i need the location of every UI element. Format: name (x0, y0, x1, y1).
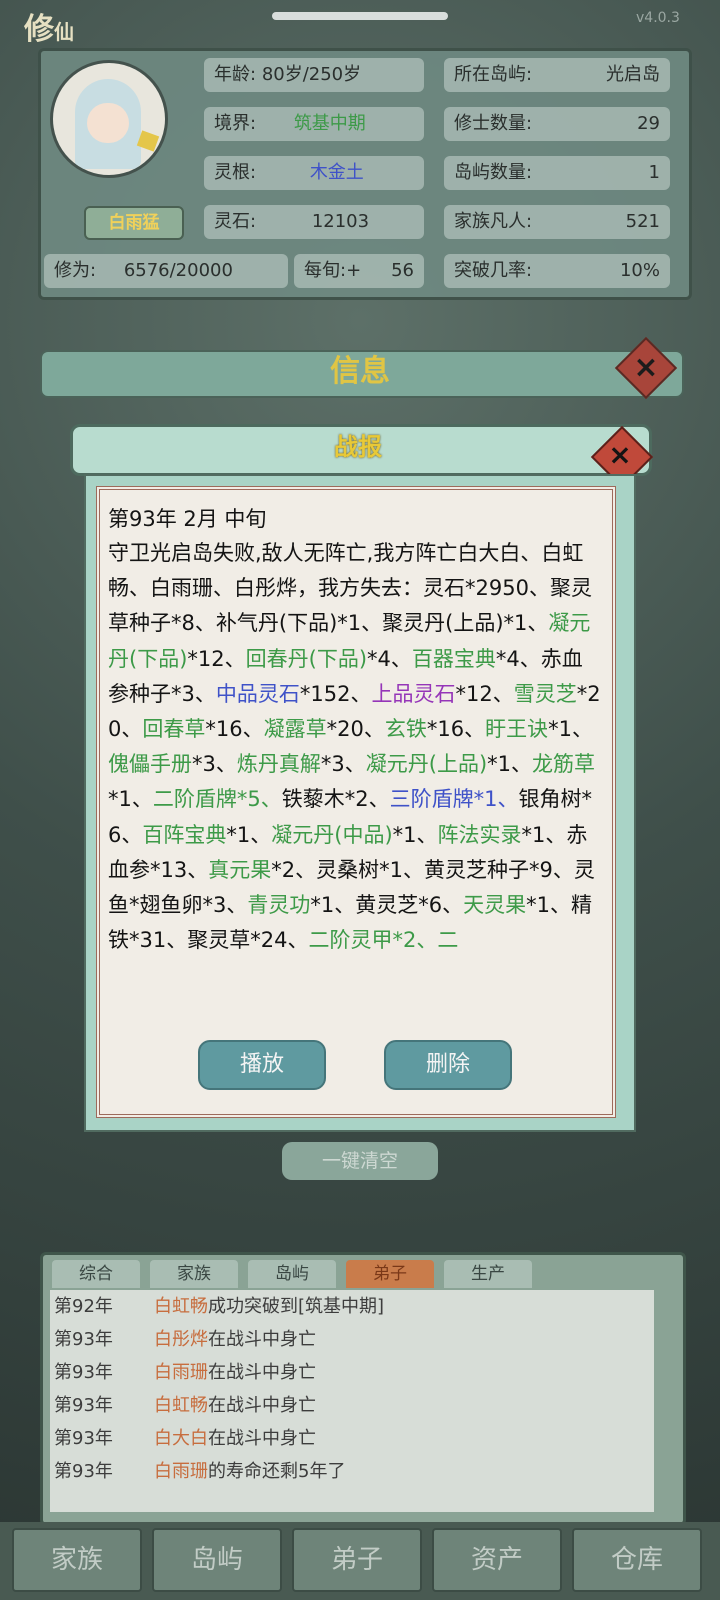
stat-spirit-root: 灵根: 木金土 (204, 156, 424, 190)
report-item: 二阶盾牌*5、 (152, 787, 282, 812)
stat-spirit-stone: 灵石: 12103 (204, 205, 424, 239)
stat-realm: 境界: 筑基中期 (204, 107, 424, 141)
report-item: 回春丹(下品) (245, 646, 368, 671)
report-item: 傀儡手册 (108, 752, 192, 777)
list-item: 第93年 白雨珊在战斗中身亡 (54, 1362, 316, 1383)
nav-island-button[interactable]: 岛屿 (152, 1528, 282, 1592)
list-item: 第92年 白虹畅成功突破到[筑基中期] (54, 1296, 385, 1317)
report-item: 聚灵草*24、 (187, 928, 309, 953)
report-item: *1、 (521, 822, 567, 847)
nav-family-button[interactable]: 家族 (12, 1528, 142, 1592)
report-item: *16、 (426, 717, 486, 742)
report-item: 聚灵丹(上品)*1、 (382, 611, 549, 636)
log-tab-disciple[interactable]: 弟子 (346, 1260, 434, 1288)
report-item: 阵法实录 (437, 822, 522, 847)
report-item: 盱王诀 (485, 717, 549, 742)
report-body: 守卫光启岛失败,敌人无阵亡,我方阵亡白大白、白虹畅、白雨珊、白彤烨，我方失去：灵… (108, 536, 602, 958)
report-item: 上品灵石 (371, 681, 456, 706)
report-item: *3、 (320, 752, 366, 777)
report-item: 二阶灵甲*2、二 (308, 928, 459, 953)
report-item: 雪灵芝 (513, 681, 577, 706)
report-item: *4、 (495, 646, 541, 671)
stat-cultivator-count: 修士数量: 29 (444, 107, 670, 141)
report-item: 凝元丹(中品) (271, 822, 393, 847)
log-list[interactable]: 第92年 白虹畅成功突破到[筑基中期] 第93年 白彤烨在战斗中身亡 第93年 白雨珊… (50, 1290, 654, 1512)
report-item: 黄灵芝*6、 (355, 893, 464, 918)
play-button[interactable]: 播放 (198, 1040, 326, 1090)
close-icon: × (633, 350, 659, 385)
report-item: 铁藜木*2、 (281, 787, 390, 812)
report-item: 三阶盾牌*1、 (389, 787, 519, 812)
report-item: 龙筋草 (532, 752, 596, 777)
clear-all-button[interactable]: 一键清空 (282, 1142, 438, 1180)
report-date: 第93年 2月 中旬 (108, 507, 267, 531)
version-label: v4.0.3 (636, 10, 680, 26)
report-item: 真元果 (208, 857, 272, 882)
log-tab-family[interactable]: 家族 (150, 1260, 238, 1288)
log-tab-island[interactable]: 岛屿 (248, 1260, 336, 1288)
character-name[interactable]: 白雨猛 (84, 206, 184, 240)
close-icon: × (608, 438, 632, 471)
list-item: 第93年 白雨珊的寿命还剩5年了 (54, 1461, 346, 1482)
report-item: *12、 (187, 646, 246, 671)
report-item: *1、 (392, 822, 438, 847)
report-item: *152、 (299, 681, 372, 706)
report-item: 百阵宝典 (142, 822, 227, 847)
list-item: 第93年 白虹畅在战斗中身亡 (54, 1395, 316, 1416)
report-item: 凝露草 (263, 717, 327, 742)
stat-age: 年龄: 80岁/250岁 (204, 58, 424, 92)
report-item: 凝元丹(上品) (365, 752, 488, 777)
info-panel-title: 信息 (330, 354, 390, 389)
system-home-indicator (272, 12, 448, 20)
nav-assets-button[interactable]: 资产 (432, 1528, 562, 1592)
nav-warehouse-button[interactable]: 仓库 (572, 1528, 702, 1592)
report-item: *16、 (205, 717, 264, 742)
report-item: *2、 (271, 857, 317, 882)
report-scroll-area[interactable]: 第93年 2月 中旬 守卫光启岛失败,敌人无阵亡,我方阵亡白大白、白虹畅、白雨珊… (108, 502, 602, 1022)
report-item: 百器宝典 (411, 646, 496, 671)
report-item: 黄灵芝种子*9、 (423, 857, 574, 882)
stat-island: 所在岛屿: 光启岛 (444, 58, 670, 92)
stat-family-mortals: 家族凡人: 521 (444, 205, 670, 239)
report-item: *1、 (226, 822, 272, 847)
report-item: 补气丹(下品)*1、 (215, 611, 383, 636)
report-dialog-title: 战报 (334, 433, 382, 461)
game-logo: 修仙 (24, 12, 74, 47)
report-item: *3、 (192, 752, 237, 777)
report-item: 回春草 (142, 717, 206, 742)
report-item: *1、 (526, 893, 571, 918)
report-item: 青灵功 (247, 893, 311, 918)
report-item: 中品灵石 (215, 681, 300, 706)
report-item: *4、 (367, 646, 412, 671)
report-item: *1、 (310, 893, 356, 918)
report-item: *1、 (487, 752, 533, 777)
report-item: *12、 (455, 681, 514, 706)
stat-cultivation: 修为: 6576/20000 (44, 254, 288, 288)
stat-per-period: 每旬:+ 56 (294, 254, 424, 288)
report-item: *1、 (108, 787, 153, 812)
log-tab-general[interactable]: 综合 (52, 1260, 140, 1288)
stat-island-count: 岛屿数量: 1 (444, 156, 670, 190)
report-item: *1、 (548, 717, 593, 742)
list-item: 第93年 白彤烨在战斗中身亡 (54, 1329, 316, 1350)
report-item: 天灵果 (463, 893, 527, 918)
report-item: *20、 (326, 717, 385, 742)
log-tab-production[interactable]: 生产 (444, 1260, 532, 1288)
delete-button[interactable]: 删除 (384, 1040, 512, 1090)
report-item: 灵桑树*1、 (316, 857, 424, 882)
report-item: 玄铁 (384, 717, 427, 742)
nav-disciple-button[interactable]: 弟子 (292, 1528, 422, 1592)
list-item: 第93年 白大白在战斗中身亡 (54, 1428, 316, 1449)
stat-breakthrough-rate: 突破几率: 10% (444, 254, 670, 288)
character-avatar[interactable] (50, 60, 168, 178)
report-item: 炼丹真解 (236, 752, 321, 777)
report-item: 灵石*2950、 (423, 576, 550, 601)
